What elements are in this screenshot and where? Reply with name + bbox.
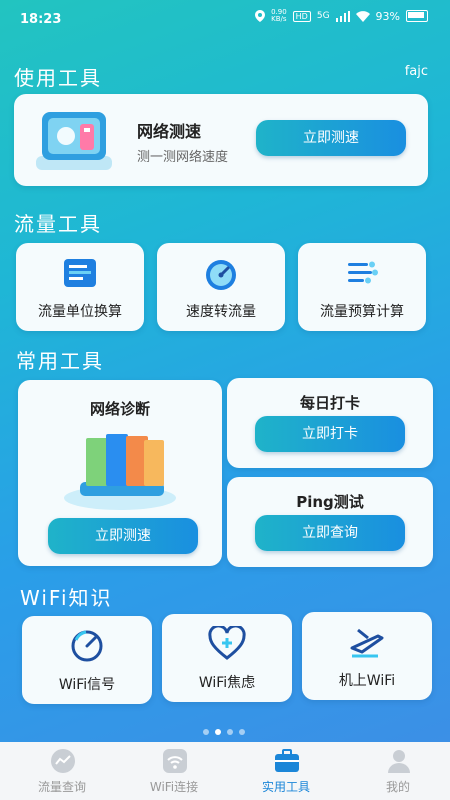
tool-flow-unit-convert[interactable]: 流量单位换算 xyxy=(16,243,144,331)
bottom-tab-bar: 流量查询 WiFi连接 实用工具 我的 xyxy=(0,742,450,800)
wifi-item-label: WiFi焦虑 xyxy=(198,675,256,691)
speed-test-button[interactable]: 立即测速 xyxy=(256,120,406,156)
wifi-icon xyxy=(163,749,187,773)
heart-plus-icon xyxy=(208,626,246,660)
tool-label: 流量预算计算 xyxy=(320,304,404,320)
diagnose-title: 网络诊断 xyxy=(89,400,150,418)
status-time: 18:23 xyxy=(20,12,62,27)
tool-flow-budget[interactable]: 流量预算计算 xyxy=(298,243,426,331)
ping-button[interactable]: 立即查询 xyxy=(255,515,405,551)
net-speed: 0.90 KB/s xyxy=(271,8,287,23)
cell-signal-icon xyxy=(335,10,350,22)
list-convert-icon xyxy=(64,259,96,287)
person-icon xyxy=(388,750,410,773)
network-diagnose-card[interactable]: 网络诊断 立即测速 xyxy=(18,380,222,566)
wifi-item-label: WiFi信号 xyxy=(58,677,116,693)
flow-budget-icon xyxy=(348,261,378,284)
ping-test-card[interactable]: Ping测试 立即查询 xyxy=(227,477,433,567)
airplane-icon xyxy=(350,628,384,658)
tab-flow-query[interactable]: 流量查询 xyxy=(6,742,118,800)
signal-gauge-icon xyxy=(71,630,103,662)
status-bar: 18:23 0.90 KB/s HD 5G 93% xyxy=(0,0,450,36)
hd-badge: HD xyxy=(292,10,311,22)
battery-icon xyxy=(406,10,428,22)
wifi-anxiety-card[interactable]: WiFi焦虑 xyxy=(162,614,292,702)
tab-label: 流量查询 xyxy=(37,780,86,794)
tool-speed-to-flow[interactable]: 速度转流量 xyxy=(157,243,285,331)
status-icons: 0.90 KB/s HD 5G 93% xyxy=(255,9,428,23)
tab-label: 我的 xyxy=(385,780,410,794)
chart-circle-icon xyxy=(51,749,75,773)
speedometer-icon xyxy=(206,260,236,290)
wifi-item-label: 机上WiFi xyxy=(338,673,396,689)
section-title-use-tools: 使用工具 xyxy=(14,66,102,90)
battery-percent: 93% xyxy=(375,9,400,23)
ping-title: Ping测试 xyxy=(296,493,364,511)
checkin-button[interactable]: 立即打卡 xyxy=(255,416,405,452)
inflight-wifi-card[interactable]: 机上WiFi xyxy=(302,612,432,700)
location-icon xyxy=(255,10,266,22)
wifi-status-icon xyxy=(355,10,370,22)
wifi-signal-card[interactable]: WiFi信号 xyxy=(22,616,152,704)
tab-label: 实用工具 xyxy=(261,780,310,794)
tab-utility-tools[interactable]: 实用工具 xyxy=(230,742,342,800)
network-type: 5G xyxy=(316,11,330,21)
user-tag[interactable]: fajc xyxy=(405,64,428,79)
daily-checkin-card[interactable]: 每日打卡 立即打卡 xyxy=(227,378,433,468)
tool-label: 流量单位换算 xyxy=(38,304,122,320)
books-illustration xyxy=(64,434,176,510)
section-title-flow-tools: 流量工具 xyxy=(14,212,102,236)
tab-mine[interactable]: 我的 xyxy=(342,742,450,800)
toolbox-icon xyxy=(275,749,299,772)
tab-wifi-connect[interactable]: WiFi连接 xyxy=(118,742,230,800)
diagnose-button[interactable]: 立即测速 xyxy=(48,518,198,554)
speed-test-card[interactable]: 网络测速 测一测网络速度 立即测速 xyxy=(14,94,428,186)
section-title-common-tools: 常用工具 xyxy=(16,349,104,373)
page-indicator xyxy=(203,729,245,735)
speed-test-title: 网络测速 xyxy=(137,122,202,141)
speed-test-subtitle: 测一测网络速度 xyxy=(137,150,229,165)
tab-label: WiFi连接 xyxy=(149,780,199,794)
tool-label: 速度转流量 xyxy=(186,304,256,320)
checkin-title: 每日打卡 xyxy=(299,394,360,412)
speed-monitor-illustration xyxy=(36,112,112,170)
section-title-wifi-knowledge: WiFi知识 xyxy=(20,586,113,610)
